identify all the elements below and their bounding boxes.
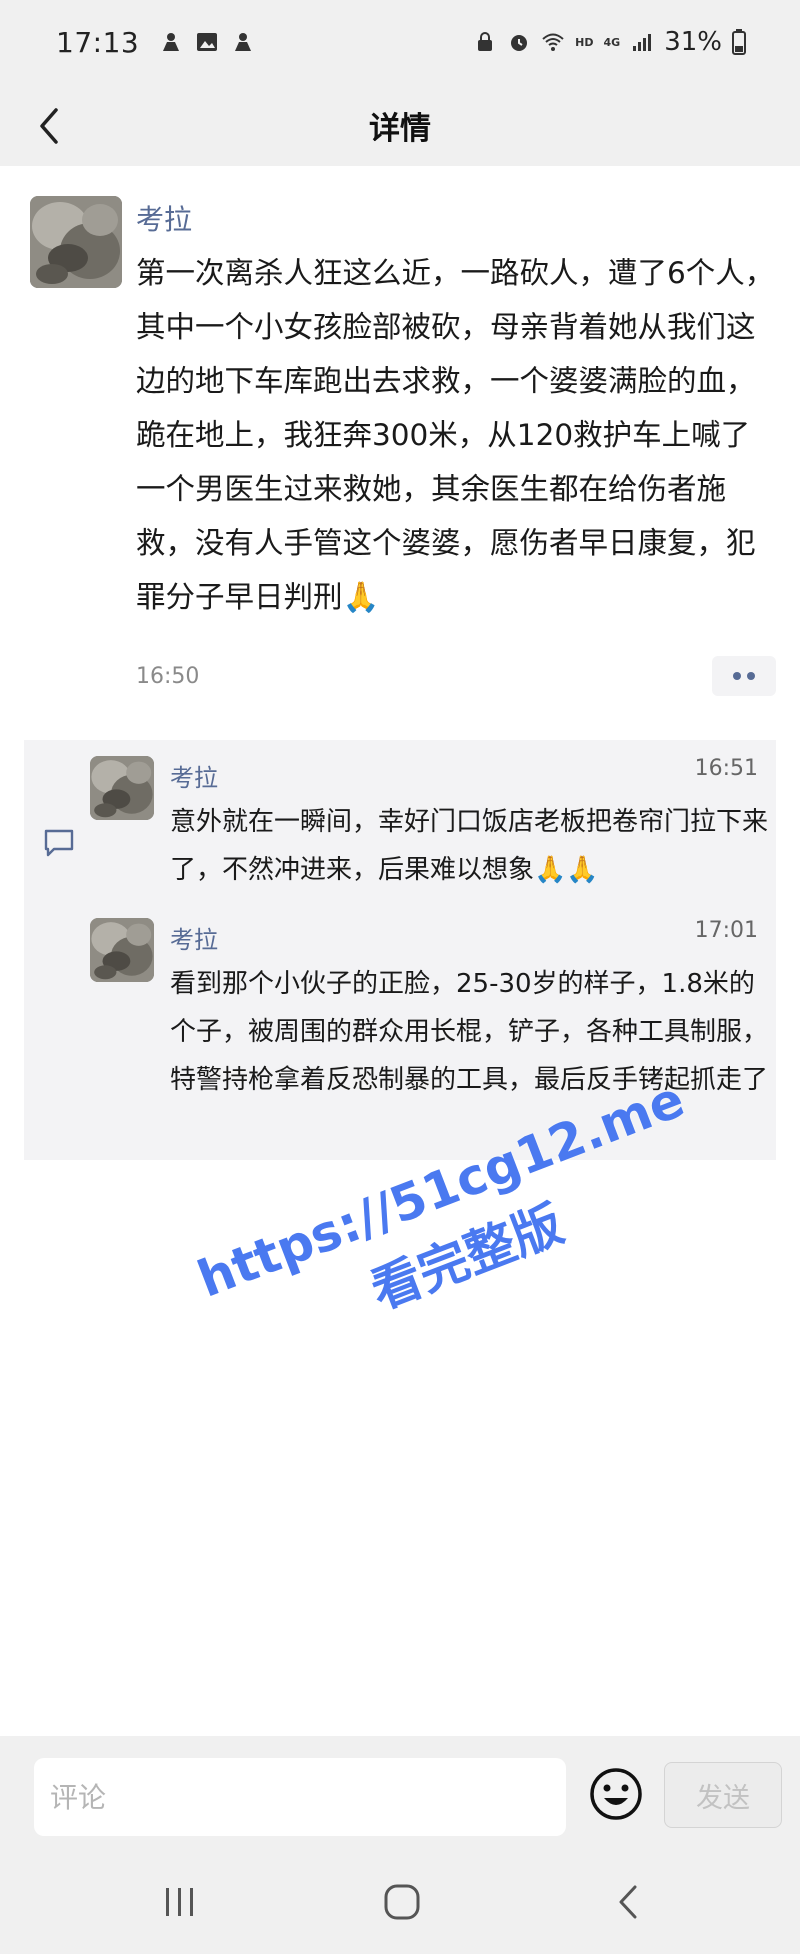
signal-icon (633, 34, 652, 51)
comment-input-bar: 发送 (0, 1736, 800, 1848)
header: 详情 (0, 84, 800, 166)
battery-percent: 31% (664, 27, 722, 57)
koala-avatar-image (90, 756, 154, 820)
system-nav-bar (0, 1848, 800, 1954)
smiley-icon (590, 1768, 642, 1820)
post-time: 16:50 (136, 664, 200, 689)
emoji-button[interactable] (588, 1766, 644, 1822)
app-notification-icon (163, 33, 180, 51)
comment-text: 看到那个小伙子的正脸，25-30岁的样子，1.8米的个子，被周围的群众用长棍，铲… (170, 969, 769, 1095)
home-icon (384, 1884, 420, 1920)
post: 考拉 第一次离杀人狂这么近，一路砍人，遭了6个人，其中一个小女孩脸部被砍，母亲背… (0, 166, 800, 726)
koala-avatar-image (30, 196, 122, 288)
comment-time: 16:51 (694, 756, 758, 781)
gallery-icon (197, 33, 218, 51)
more-options-button[interactable] (712, 656, 776, 696)
network-label: 4G (603, 35, 621, 49)
send-button[interactable]: 发送 (664, 1762, 782, 1828)
status-right: HD 4G 31% (473, 27, 746, 57)
comment-text: 意外就在一瞬间，幸好门口饭店老板把卷帘门拉下来了，不然冲进来，后果难以想象🙏🙏 (170, 807, 769, 885)
status-bar: 17:13 HD 4G 31% (0, 0, 800, 84)
battery-icon (732, 29, 746, 55)
hd-label: HD (575, 35, 594, 49)
wifi-icon (542, 33, 564, 51)
chevron-left-icon (40, 108, 58, 144)
comment-author[interactable]: 考拉 (170, 758, 218, 793)
home-button[interactable] (378, 1878, 426, 1926)
page-title: 详情 (369, 110, 431, 147)
nav-back-button[interactable] (604, 1878, 652, 1926)
app-notification-icon (235, 33, 252, 51)
status-time: 17:13 (56, 25, 140, 59)
avatar[interactable] (30, 196, 122, 288)
koala-avatar-image (90, 918, 154, 982)
alarm-icon (511, 35, 528, 51)
content-area: 考拉 第一次离杀人狂这么近，一路砍人，遭了6个人，其中一个小女孩脸部被砍，母亲背… (0, 166, 800, 1736)
dot-icon (747, 672, 755, 680)
avatar[interactable] (90, 918, 154, 982)
post-author[interactable]: 考拉 (136, 198, 192, 238)
comment-time: 17:01 (694, 918, 758, 943)
post-text: 第一次离杀人狂这么近，一路砍人，遭了6个人，其中一个小女孩脸部被砍，母亲背着她从… (136, 256, 775, 614)
back-arrow-icon (619, 1885, 637, 1919)
comment-input[interactable] (34, 1758, 566, 1836)
comment-item: 考拉 16:51 意外就在一瞬间，幸好门口饭店老板把卷帘门拉下来了，不然冲进来，… (24, 740, 776, 904)
avatar[interactable] (90, 756, 154, 820)
lock-icon (478, 32, 493, 51)
recent-apps-button[interactable] (156, 1878, 204, 1926)
back-button[interactable] (22, 98, 78, 154)
dot-icon (733, 672, 741, 680)
recent-apps-icon (166, 1888, 193, 1916)
notification-icons (159, 30, 255, 54)
comment-author[interactable]: 考拉 (170, 920, 218, 955)
